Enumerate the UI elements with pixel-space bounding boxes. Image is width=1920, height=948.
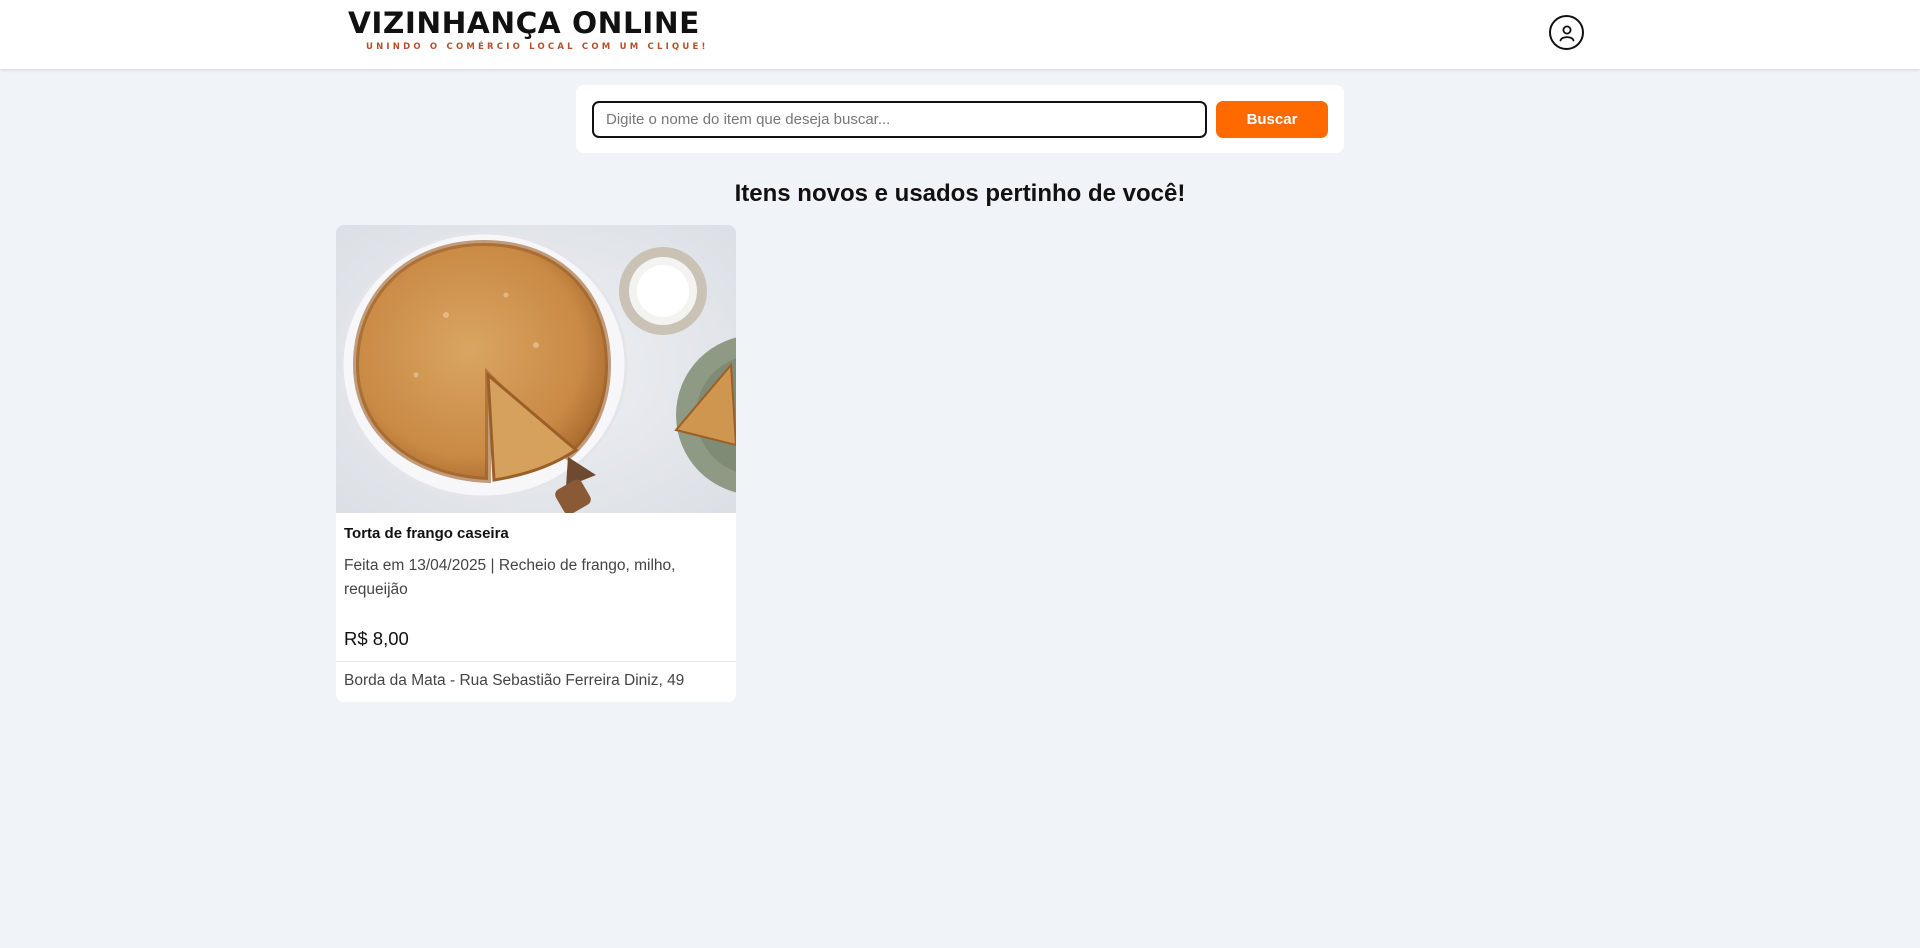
card-divider	[336, 661, 736, 662]
search-input[interactable]	[592, 101, 1207, 138]
item-price: R$ 8,00	[344, 628, 409, 649]
top-header: VIZINHANÇA ONLINE UNINDO O COMÉRCIO LOCA…	[0, 0, 1920, 69]
search-button[interactable]: Buscar	[1216, 101, 1328, 138]
search-panel: Buscar	[576, 85, 1344, 153]
item-location: Borda da Mata - Rua Sebastião Ferreira D…	[344, 672, 685, 689]
profile-button[interactable]	[1549, 15, 1584, 50]
logo-title: VIZINHANÇA ONLINE	[348, 6, 700, 40]
item-title: Torta de frango caseira	[344, 525, 509, 542]
section-title: Itens novos e usados pertinho de você!	[734, 180, 1186, 207]
logo-tagline: UNINDO O COMÉRCIO LOCAL COM UM CLIQUE!	[366, 42, 709, 52]
item-description: Feita em 13/04/2025 | Recheio de frango,…	[344, 557, 676, 598]
item-image	[336, 225, 736, 513]
item-card[interactable]: Torta de frango caseira Feita em 13/04/2…	[336, 225, 736, 702]
user-circle-icon	[1559, 25, 1574, 41]
logo[interactable]: VIZINHANÇA ONLINE UNINDO O COMÉRCIO LOCA…	[348, 6, 709, 52]
